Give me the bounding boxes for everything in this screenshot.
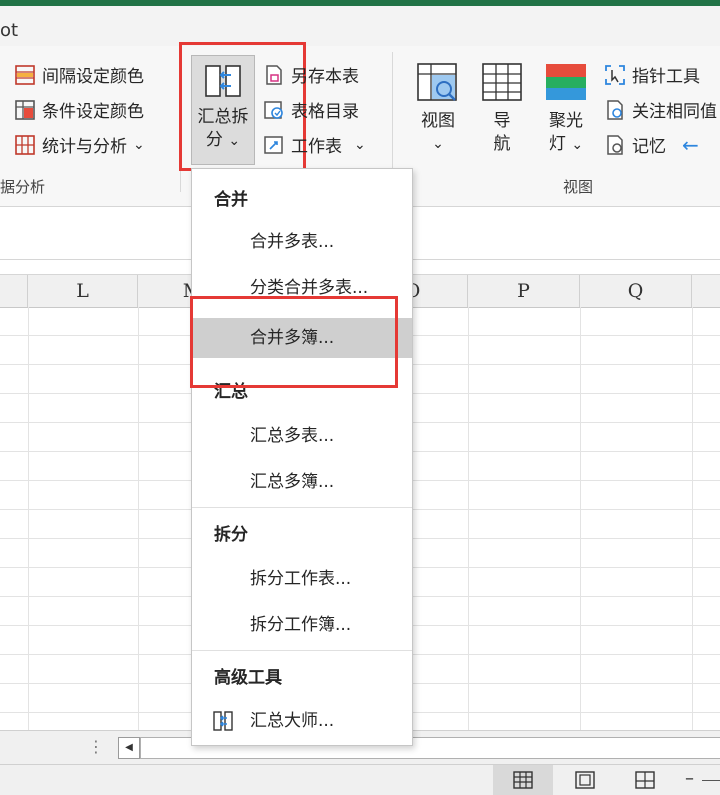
section-header-advanced-tools: 高级工具	[214, 668, 282, 688]
page-break-button[interactable]	[630, 765, 660, 795]
chevron-down-icon: ⌄	[133, 136, 145, 153]
chevron-down-icon: ⌄	[571, 137, 584, 153]
chevron-down-icon: ⌄	[354, 136, 366, 153]
navigation-label-line2: 航	[493, 134, 511, 154]
scroll-left-icon: ◀	[125, 742, 133, 753]
statistics-icon	[15, 134, 35, 155]
zoom-slider[interactable]	[702, 780, 720, 781]
chevron-down-icon: ⌄	[432, 136, 444, 152]
menu-item-label: 汇总多簿...	[250, 472, 335, 492]
condition-color-icon	[15, 99, 35, 120]
view-group-label: 视图	[563, 178, 594, 196]
save-sheet-icon	[266, 64, 282, 85]
pointer-tool-button[interactable]: 指针工具	[604, 62, 700, 87]
normal-view-button[interactable]	[493, 765, 553, 795]
menu-item-summarize-workbooks[interactable]: 汇总多簿...	[192, 462, 412, 502]
memory-label: 记忆	[632, 137, 666, 157]
statistics-analysis-label: 统计与分析	[42, 137, 127, 157]
menu-item-summary-master[interactable]: 汇总大师...	[192, 701, 412, 741]
interval-color-icon	[15, 64, 35, 85]
worksheet-label: 工作表	[291, 137, 342, 157]
save-sheet-label: 另存本表	[291, 67, 359, 87]
status-bar: –	[0, 764, 720, 795]
condition-color-label: 条件设定颜色	[42, 102, 144, 122]
zoom-out-icon[interactable]: –	[685, 768, 694, 789]
navigation-button[interactable]: 导 航	[478, 62, 526, 156]
interval-color-label: 间隔设定颜色	[42, 67, 144, 87]
view-icon	[417, 63, 457, 101]
menu-item-split-worksheet[interactable]: 拆分工作表...	[192, 559, 412, 599]
menu-item-label: 合并多表...	[250, 232, 335, 252]
arrow-left-icon[interactable]: ←	[682, 133, 699, 157]
condition-color-button[interactable]: 条件设定颜色	[14, 97, 144, 122]
view-button[interactable]: 视图 ⌄	[410, 62, 466, 156]
page-layout-button[interactable]	[570, 765, 600, 795]
menu-separator	[192, 507, 412, 508]
menu-separator	[192, 650, 412, 651]
memory-icon	[607, 134, 623, 155]
column-header-partial[interactable]	[692, 275, 720, 307]
highlight-box-menu-item	[190, 296, 398, 388]
ribbon-tab-label[interactable]: ot	[0, 20, 18, 41]
focus-same-value-label: 关注相同值	[632, 102, 717, 122]
spotlight-label-line2: 灯	[548, 134, 566, 154]
more-options-icon[interactable]: ⋮	[88, 737, 104, 756]
navigation-icon	[482, 63, 522, 101]
table-directory-label: 表格目录	[291, 102, 359, 122]
menu-item-summarize-sheets[interactable]: 汇总多表...	[192, 416, 412, 456]
spotlight-button[interactable]: 聚光 灯 ⌄	[540, 62, 592, 157]
menu-item-label: 拆分工作簿...	[250, 615, 352, 635]
save-sheet-button[interactable]: 另存本表	[263, 62, 359, 87]
focus-same-value-icon	[607, 99, 623, 120]
pointer-tool-label: 指针工具	[632, 67, 700, 87]
pointer-tool-icon	[605, 64, 625, 85]
navigation-label-line1: 导	[493, 111, 511, 131]
page-break-icon	[635, 771, 655, 789]
normal-view-icon	[513, 771, 533, 789]
column-header-q[interactable]: Q	[580, 275, 692, 307]
menu-item-split-workbook[interactable]: 拆分工作簿...	[192, 605, 412, 645]
spotlight-icon	[546, 64, 586, 100]
scroll-left-button[interactable]: ◀	[118, 737, 140, 759]
ribbon-tab-strip: ot	[0, 6, 720, 46]
menu-item-label: 分类合并多表...	[250, 278, 369, 298]
table-directory-button[interactable]: 表格目录	[263, 97, 359, 122]
menu-item-merge-sheets[interactable]: 合并多表...	[192, 222, 412, 262]
column-header-partial[interactable]	[0, 275, 28, 307]
worksheet-icon	[264, 135, 283, 154]
spotlight-label-line1: 聚光	[549, 111, 583, 131]
table-directory-icon	[264, 100, 283, 119]
memory-button[interactable]: 记忆 ←	[604, 132, 699, 157]
column-header-p[interactable]: P	[468, 275, 580, 307]
menu-item-label: 汇总多表...	[250, 426, 335, 446]
focus-same-value-button[interactable]: 关注相同值	[604, 97, 717, 122]
interval-color-button[interactable]: 间隔设定颜色	[14, 62, 144, 87]
menu-item-label: 汇总大师...	[250, 711, 335, 731]
data-analysis-group-label: 据分析	[0, 178, 46, 196]
view-label: 视图	[421, 111, 455, 131]
section-header-split: 拆分	[214, 525, 248, 545]
column-header-l[interactable]: L	[28, 275, 138, 307]
merge-split-dropdown-menu: 合并 合并多表... 分类合并多表... 合并多簿... 汇总 汇总多表... …	[191, 168, 413, 746]
section-header-merge: 合并	[214, 190, 248, 210]
menu-item-label: 拆分工作表...	[250, 569, 352, 589]
summary-master-icon	[213, 711, 233, 731]
worksheet-button[interactable]: 工作表 ⌄	[263, 132, 366, 157]
page-layout-icon	[575, 771, 595, 789]
statistics-analysis-button[interactable]: 统计与分析 ⌄	[14, 132, 145, 157]
